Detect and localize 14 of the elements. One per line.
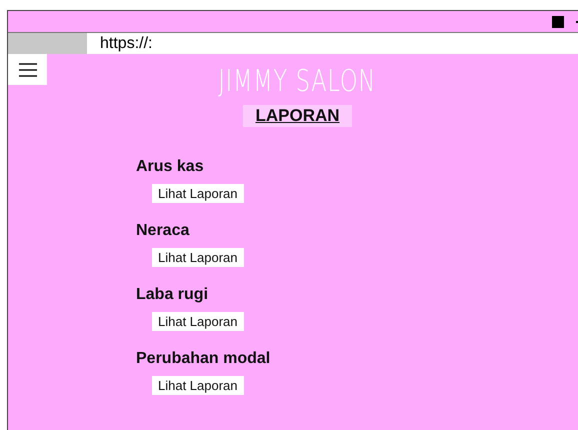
menu-button[interactable]	[8, 54, 47, 85]
view-report-button[interactable]: Lihat Laporan	[152, 312, 244, 331]
stop-icon[interactable]	[552, 16, 564, 28]
menu-icon	[18, 62, 36, 76]
view-report-button[interactable]: Lihat Laporan	[152, 184, 244, 203]
page-heading: LAPORAN	[243, 105, 352, 127]
view-report-button[interactable]: Lihat Laporan	[152, 248, 244, 267]
site-title: JIMMY SALON	[218, 64, 376, 99]
report-title: Laba rugi	[136, 286, 210, 304]
view-report-button[interactable]: Lihat Laporan	[152, 376, 244, 395]
report-title: Neraca	[136, 222, 190, 240]
report-title: Arus kas	[136, 158, 205, 176]
report-title: Perubahan modal	[136, 350, 272, 368]
url-text[interactable]: https://:	[87, 33, 152, 54]
